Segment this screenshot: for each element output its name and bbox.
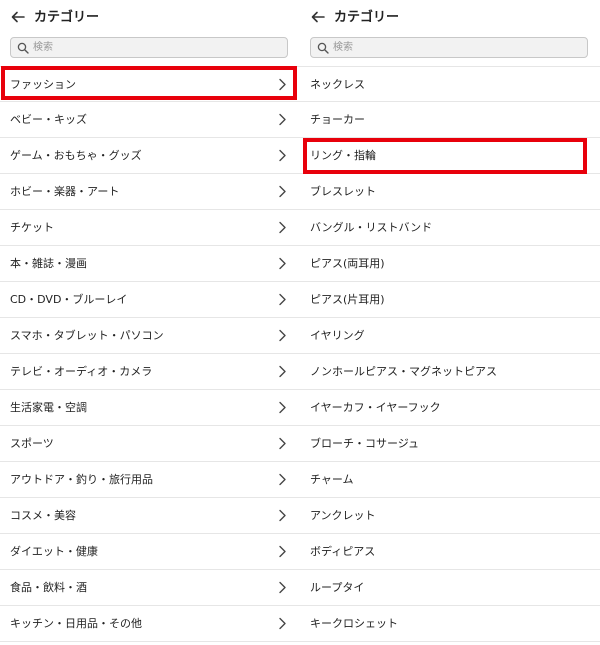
chevron-right-icon <box>279 78 286 91</box>
subcategory-label: イヤリング <box>310 329 365 342</box>
category-label: テレビ・オーディオ・カメラ <box>10 365 153 378</box>
page-title: カテゴリー <box>334 10 400 25</box>
subcategory-label: ブレスレット <box>310 185 376 198</box>
subcategory-row[interactable]: ピアス(両耳用) <box>300 246 600 282</box>
category-row[interactable]: キッチン・日用品・その他 <box>0 606 300 642</box>
category-label: ゲーム・おもちゃ・グッズ <box>10 149 142 162</box>
subcategory-label: バングル・リストバンド <box>310 221 433 234</box>
category-label: ダイエット・健康 <box>10 545 98 558</box>
subcategory-label: ネックレス <box>310 78 365 91</box>
category-label: CD・DVD・ブルーレイ <box>10 293 128 306</box>
subcategory-row[interactable]: ピアス(片耳用) <box>300 282 600 318</box>
subcategory-row[interactable]: イヤーカフ・イヤーフック <box>300 390 600 426</box>
search-box <box>310 37 588 58</box>
subcategory-row[interactable]: ボディピアス <box>300 534 600 570</box>
category-label: ホビー・楽器・アート <box>10 185 120 198</box>
chevron-right-icon <box>279 437 286 450</box>
header: カテゴリー <box>0 0 300 36</box>
category-row[interactable]: ホビー・楽器・アート <box>0 174 300 210</box>
subcategory-list: ネックレス チョーカー リング・指輪 ブレスレット バングル・リストバンド ピア… <box>300 66 600 642</box>
category-panel-right: カテゴリー ネックレス チョーカー リング・指輪 ブレスレット バングル・リスト… <box>300 0 600 645</box>
category-label: コスメ・美容 <box>10 509 76 522</box>
chevron-right-icon <box>279 293 286 306</box>
chevron-right-icon <box>279 329 286 342</box>
arrow-left-icon[interactable] <box>10 9 26 25</box>
subcategory-row[interactable]: チャーム <box>300 462 600 498</box>
subcategory-label: ブローチ・コサージュ <box>310 437 420 450</box>
category-row[interactable]: 食品・飲料・酒 <box>0 570 300 606</box>
chevron-right-icon <box>279 221 286 234</box>
subcategory-row[interactable]: ループタイ <box>300 570 600 606</box>
chevron-right-icon <box>279 509 286 522</box>
chevron-right-icon <box>279 257 286 270</box>
subcategory-row[interactable]: バングル・リストバンド <box>300 210 600 246</box>
chevron-right-icon <box>279 149 286 162</box>
category-row[interactable]: アウトドア・釣り・旅行用品 <box>0 462 300 498</box>
chevron-right-icon <box>279 185 286 198</box>
category-row[interactable]: 本・雑誌・漫画 <box>0 246 300 282</box>
subcategory-label: チョーカー <box>310 113 365 126</box>
page-title: カテゴリー <box>34 10 100 25</box>
chevron-right-icon <box>279 401 286 414</box>
category-label: 生活家電・空調 <box>10 401 87 414</box>
category-row[interactable]: テレビ・オーディオ・カメラ <box>0 354 300 390</box>
search-icon <box>317 42 329 54</box>
subcategory-label: キークロシェット <box>310 617 398 630</box>
category-panel-left: カテゴリー ファッション ベビー・キッズ ゲーム・おもちゃ・グッズ ホビー・楽器… <box>0 0 300 645</box>
subcategory-row[interactable]: イヤリング <box>300 318 600 354</box>
category-label: 食品・飲料・酒 <box>10 581 87 594</box>
subcategory-row[interactable]: アンクレット <box>300 498 600 534</box>
subcategory-label: チャーム <box>310 473 354 486</box>
category-row[interactable]: ファッション <box>0 66 300 102</box>
category-row[interactable]: CD・DVD・ブルーレイ <box>0 282 300 318</box>
category-row[interactable]: 生活家電・空調 <box>0 390 300 426</box>
category-row[interactable]: スマホ・タブレット・パソコン <box>0 318 300 354</box>
category-label: ファッション <box>10 78 76 91</box>
search-box <box>10 37 288 58</box>
chevron-right-icon <box>279 617 286 630</box>
chevron-right-icon <box>279 473 286 486</box>
subcategory-row[interactable]: ブレスレット <box>300 174 600 210</box>
category-label: アウトドア・釣り・旅行用品 <box>10 473 153 486</box>
category-list: ファッション ベビー・キッズ ゲーム・おもちゃ・グッズ ホビー・楽器・アート チ… <box>0 66 300 642</box>
subcategory-row[interactable]: ノンホールピアス・マグネットピアス <box>300 354 600 390</box>
category-label: スポーツ <box>10 437 54 450</box>
subcategory-label: アンクレット <box>310 509 376 522</box>
subcategory-row[interactable]: チョーカー <box>300 102 600 138</box>
subcategory-row[interactable]: ネックレス <box>300 66 600 102</box>
category-row[interactable]: スポーツ <box>0 426 300 462</box>
search-input[interactable] <box>33 38 273 57</box>
category-label: キッチン・日用品・その他 <box>10 617 142 630</box>
category-row[interactable]: チケット <box>0 210 300 246</box>
subcategory-label: ノンホールピアス・マグネットピアス <box>310 365 497 378</box>
subcategory-label: ループタイ <box>310 581 365 594</box>
category-label: ベビー・キッズ <box>10 113 87 126</box>
header: カテゴリー <box>300 0 600 36</box>
category-label: チケット <box>10 221 54 234</box>
subcategory-label: リング・指輪 <box>310 149 376 162</box>
arrow-left-icon[interactable] <box>310 9 326 25</box>
subcategory-label: ピアス(両耳用) <box>310 257 385 270</box>
split-screenshot: カテゴリー ファッション ベビー・キッズ ゲーム・おもちゃ・グッズ ホビー・楽器… <box>0 0 600 645</box>
search-icon <box>17 42 29 54</box>
chevron-right-icon <box>279 581 286 594</box>
subcategory-label: ピアス(片耳用) <box>310 293 385 306</box>
category-row[interactable]: ダイエット・健康 <box>0 534 300 570</box>
category-row[interactable]: コスメ・美容 <box>0 498 300 534</box>
category-label: 本・雑誌・漫画 <box>10 257 87 270</box>
subcategory-row[interactable]: キークロシェット <box>300 606 600 642</box>
search-input[interactable] <box>333 38 573 57</box>
subcategory-row[interactable]: リング・指輪 <box>300 138 600 174</box>
subcategory-label: ボディピアス <box>310 545 376 558</box>
subcategory-label: イヤーカフ・イヤーフック <box>310 401 441 414</box>
category-label: スマホ・タブレット・パソコン <box>10 329 164 342</box>
chevron-right-icon <box>279 365 286 378</box>
subcategory-row[interactable]: ブローチ・コサージュ <box>300 426 600 462</box>
category-row[interactable]: ゲーム・おもちゃ・グッズ <box>0 138 300 174</box>
chevron-right-icon <box>279 113 286 126</box>
category-row[interactable]: ベビー・キッズ <box>0 102 300 138</box>
chevron-right-icon <box>279 545 286 558</box>
